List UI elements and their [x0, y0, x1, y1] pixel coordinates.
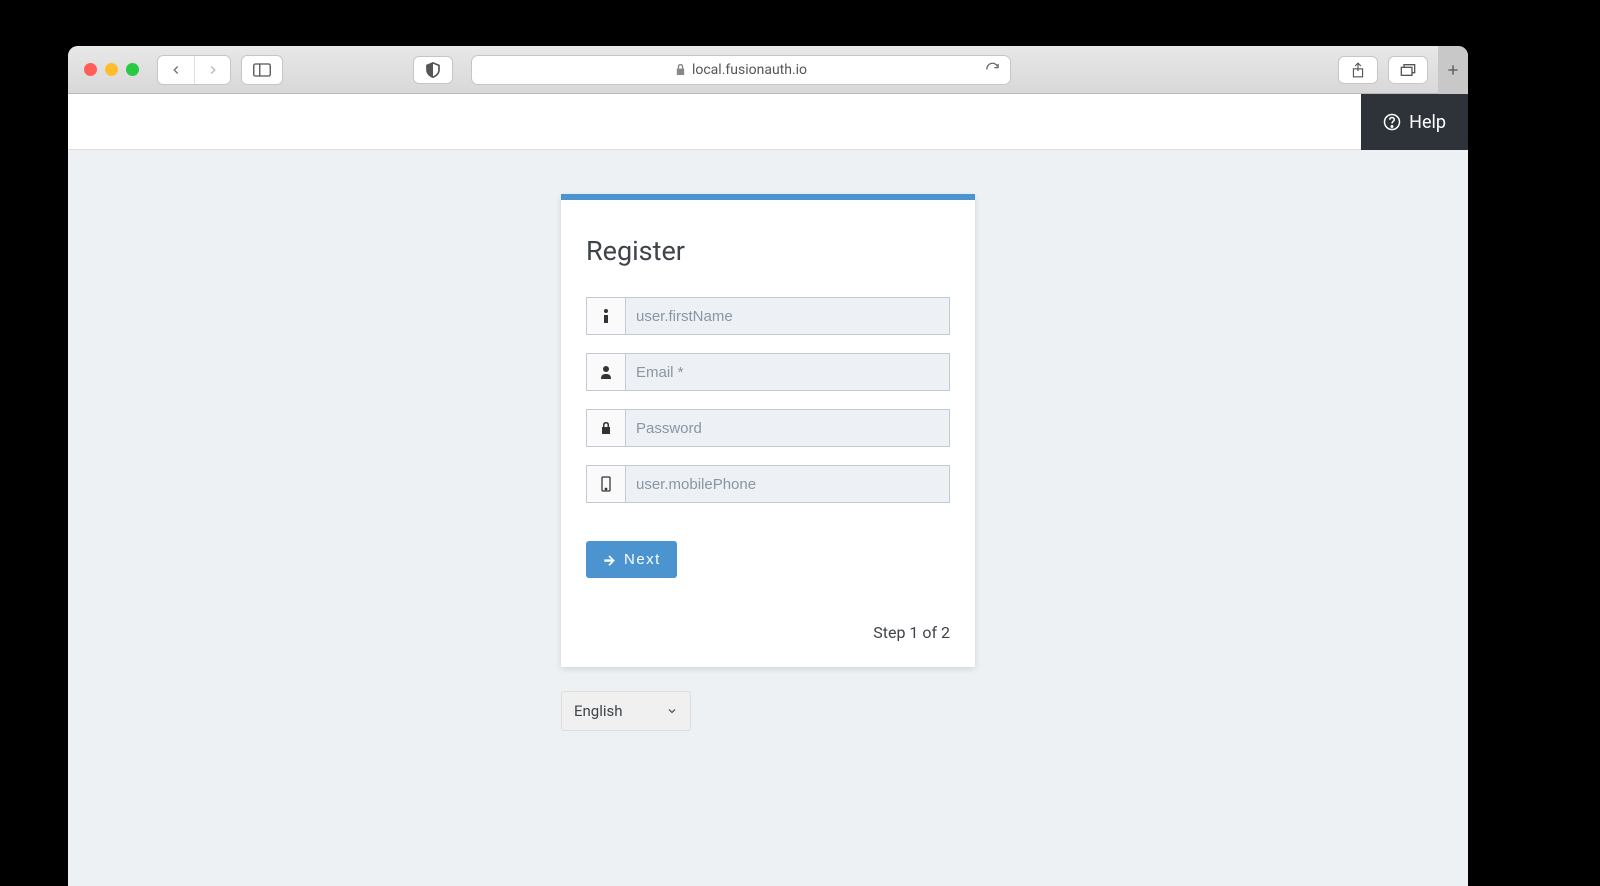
share-icon [1351, 62, 1365, 78]
firstname-row [586, 297, 950, 335]
tabs-icon [1400, 63, 1416, 77]
share-button[interactable] [1338, 56, 1378, 84]
right-buttons [1338, 46, 1458, 94]
chevron-left-icon [169, 63, 183, 77]
privacy-shield-button[interactable] [413, 56, 453, 84]
password-row [586, 409, 950, 447]
user-addon [586, 353, 626, 391]
tabs-button[interactable] [1388, 56, 1428, 84]
info-icon [603, 309, 609, 323]
firstname-input[interactable] [626, 297, 950, 335]
reload-button[interactable] [985, 62, 1000, 77]
url-content: local.fusionauth.io [675, 62, 807, 78]
email-row [586, 353, 950, 391]
sidebar-toggle-wrap [241, 55, 283, 85]
mobile-icon [601, 476, 611, 492]
window-minimize-icon[interactable] [105, 63, 118, 76]
chevron-down-icon [666, 705, 678, 717]
new-tab-button[interactable] [1438, 46, 1468, 94]
register-card: Register [561, 194, 975, 667]
card-title: Register [586, 235, 950, 267]
help-icon [1383, 113, 1401, 131]
browser-window: local.fusionauth.io Help [68, 46, 1468, 886]
lock-icon [600, 421, 612, 435]
next-button[interactable]: Next [586, 541, 677, 578]
forward-button[interactable] [194, 56, 230, 84]
mobile-addon [586, 465, 626, 503]
email-input[interactable] [626, 353, 950, 391]
url-bar[interactable]: local.fusionauth.io [471, 55, 1011, 85]
info-addon [586, 297, 626, 335]
window-maximize-icon[interactable] [126, 63, 139, 76]
back-button[interactable] [158, 56, 194, 84]
password-input[interactable] [626, 409, 950, 447]
language-label: English [574, 702, 623, 720]
url-text: local.fusionauth.io [692, 62, 807, 78]
plus-icon [1445, 62, 1461, 78]
nav-group [157, 55, 231, 85]
shield-icon [426, 62, 440, 78]
top-bar: Help [68, 94, 1468, 150]
browser-chrome: local.fusionauth.io [68, 46, 1468, 94]
help-button[interactable]: Help [1361, 94, 1468, 150]
user-icon [600, 365, 612, 379]
chevron-right-icon [206, 63, 220, 77]
reload-icon [985, 62, 1000, 77]
traffic-lights [78, 63, 139, 76]
window-close-icon[interactable] [84, 63, 97, 76]
mobilephone-input[interactable] [626, 465, 950, 503]
help-label: Help [1409, 112, 1446, 133]
step-indicator: Step 1 of 2 [586, 623, 950, 642]
page-content: Help Register [68, 94, 1468, 886]
language-select[interactable]: English [561, 691, 691, 731]
sidebar-icon [253, 63, 271, 77]
arrow-right-icon [602, 553, 616, 567]
lock-addon [586, 409, 626, 447]
next-label: Next [624, 551, 661, 568]
lock-icon [675, 63, 686, 76]
sidebar-toggle-button[interactable] [242, 56, 282, 84]
mobilephone-row [586, 465, 950, 503]
main-area: Register [68, 150, 1468, 731]
